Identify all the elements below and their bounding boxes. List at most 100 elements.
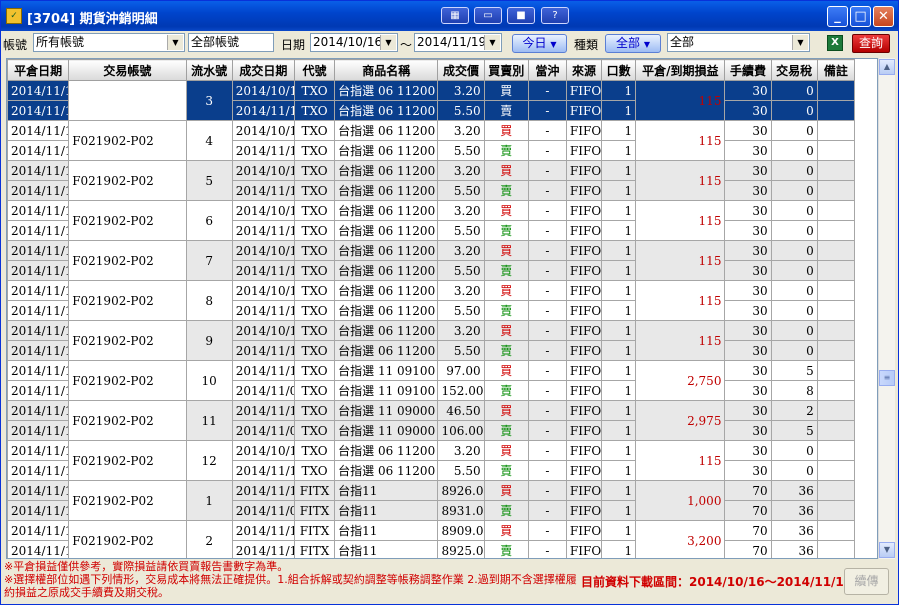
remark-cell — [816, 460, 856, 481]
tax-cell: 0 — [770, 280, 818, 301]
buy-sell-cell: 買 — [483, 480, 529, 501]
source-cell: FIFO — [565, 80, 603, 101]
scroll-up-icon[interactable]: ▲ — [879, 59, 895, 75]
product-code-cell: TXO — [293, 140, 336, 161]
date-from-picker[interactable]: 2014/10/16 ▼ — [310, 33, 398, 52]
trade-date-cell: 2014/11/10 — [231, 220, 295, 241]
product-code-cell: FITX — [293, 520, 336, 541]
column-header[interactable]: 交易帳號 — [68, 59, 187, 81]
source-cell: FIFO — [565, 460, 603, 481]
serial-number-cell: 8 — [185, 280, 233, 321]
column-header[interactable]: 成交價 — [437, 59, 485, 81]
serial-number-cell: 3 — [185, 80, 233, 121]
quantity-cell: 1 — [601, 440, 637, 461]
day-trade-cell: - — [527, 500, 567, 521]
chevron-down-icon[interactable]: ▼ — [792, 35, 808, 50]
table-row[interactable]: 2014/11/12F021902-P0222014/11/12FITX台指11… — [7, 520, 856, 558]
footer-note-2: ※選擇權部位如遇下列情形，交易成本將無法正確提供。1.組合拆解或契約調整等帳務調… — [4, 573, 577, 599]
trade-price-cell: 106.00 — [437, 420, 485, 441]
remark-cell — [816, 400, 856, 421]
table-row[interactable]: 2014/11/10F021902-P0292014/10/17TXO台指選 0… — [7, 320, 856, 361]
product-code-cell: TXO — [293, 80, 336, 101]
maximize-button[interactable]: □ — [850, 6, 871, 27]
chevron-down-icon[interactable]: ▼ — [380, 35, 396, 50]
day-trade-cell: - — [527, 460, 567, 481]
close-date-cell: 2014/11/10 — [7, 80, 70, 101]
window-icon[interactable]: ▭ — [474, 7, 502, 24]
chevron-down-icon[interactable]: ▼ — [167, 35, 183, 50]
quantity-cell: 1 — [601, 380, 637, 401]
close-date-cell: 2014/11/12 — [7, 540, 70, 558]
trade-account-cell: F021902-P02 — [68, 160, 187, 201]
column-header[interactable]: 平倉/到期損益 — [635, 59, 726, 81]
scroll-down-icon[interactable]: ▼ — [879, 542, 895, 558]
screen-icon[interactable]: ▦ — [441, 7, 469, 24]
close-date-cell: 2014/11/10 — [7, 280, 70, 301]
continue-download-button[interactable]: 續傳 — [844, 568, 889, 595]
buy-sell-cell: 買 — [483, 160, 529, 181]
table-row[interactable]: 2014/11/10F021902-P02112014/11/10TXO台指選 … — [7, 400, 856, 441]
column-header[interactable]: 平倉日期 — [7, 59, 70, 81]
settlement-grid: 平倉日期 交易帳號 流水號 成交日期 代號 商品名稱 成交價 買賣別 當沖 來源 口數 平倉/到期損益… — [7, 59, 856, 558]
query-button[interactable]: 查詢 — [852, 34, 890, 53]
table-row[interactable]: 2014/11/10F021902-P0242014/10/17TXO台指選 0… — [7, 120, 856, 161]
column-header[interactable]: 代號 — [293, 59, 336, 81]
account-select[interactable]: 所有帳號 ▼ — [33, 33, 185, 52]
vertical-scrollbar[interactable]: ▲ ≡ ▼ — [878, 58, 895, 559]
serial-number-cell: 10 — [185, 360, 233, 401]
table-row[interactable]: 2014/11/10F021902-P02102014/11/10TXO台指選 … — [7, 360, 856, 401]
caret-down-icon: ▼ — [643, 40, 650, 49]
column-header[interactable]: 手續費 — [724, 59, 772, 81]
remark-cell — [816, 220, 856, 241]
product-code-cell: TXO — [293, 400, 336, 421]
buy-sell-cell: 賣 — [483, 140, 529, 161]
fee-cell: 30 — [724, 300, 772, 321]
date-to-picker[interactable]: 2014/11/19 ▼ — [414, 33, 502, 52]
chevron-down-icon[interactable]: ▼ — [484, 35, 500, 50]
settlement-table[interactable]: 平倉日期 交易帳號 流水號 成交日期 代號 商品名稱 成交價 買賣別 當沖 來源 口數 平倉/到期損益… — [6, 58, 878, 559]
quantity-cell: 1 — [601, 220, 637, 241]
column-header[interactable]: 流水號 — [185, 59, 233, 81]
minimize-button[interactable]: _ — [827, 6, 848, 27]
title-bar[interactable]: ✓ [3704] 期貨沖銷明細 ▦ ▭ ■ ? _ □ ✕ — [1, 1, 898, 31]
camera-icon[interactable]: ■ — [507, 7, 535, 24]
buy-sell-cell: 賣 — [483, 380, 529, 401]
help-icon[interactable]: ? — [541, 7, 569, 24]
account-name-field[interactable]: 全部帳號 — [188, 33, 274, 52]
day-trade-cell: - — [527, 140, 567, 161]
column-header[interactable]: 成交日期 — [231, 59, 295, 81]
remark-cell — [816, 260, 856, 281]
tax-cell: 0 — [770, 140, 818, 161]
column-header[interactable]: 商品名稱 — [334, 59, 439, 81]
column-header[interactable]: 口數 — [601, 59, 637, 81]
table-row[interactable]: 2014/11/12F021902-P0212014/11/12FITX台指11… — [7, 480, 856, 521]
column-header[interactable]: 備註 — [816, 59, 856, 81]
close-button[interactable]: ✕ — [873, 6, 894, 27]
source-cell: FIFO — [565, 140, 603, 161]
type-button[interactable]: 全部 ▼ — [605, 34, 661, 53]
table-row[interactable]: 2014/11/10F021902-P0262014/10/17TXO台指選 0… — [7, 200, 856, 241]
table-row[interactable]: 2014/11/10F021902-P0252014/10/17TXO台指選 0… — [7, 160, 856, 201]
source-cell: FIFO — [565, 400, 603, 421]
table-row[interactable]: 2014/11/10F021902-P0232014/10/17TXO台指選 0… — [7, 80, 856, 121]
remark-cell — [816, 120, 856, 141]
trade-account-cell: F021902-P02 — [68, 200, 187, 241]
column-header[interactable]: 交易稅 — [770, 59, 818, 81]
buy-sell-cell: 賣 — [483, 100, 529, 121]
trade-account-cell: F021902-P02 — [68, 280, 187, 321]
trade-price-cell: 97.00 — [437, 360, 485, 381]
table-row[interactable]: 2014/11/10F021902-P0282014/10/17TXO台指選 0… — [7, 280, 856, 321]
column-header[interactable]: 買賣別 — [483, 59, 529, 81]
table-row[interactable]: 2014/11/10F021902-P0272014/10/17TXO台指選 0… — [7, 240, 856, 281]
column-header[interactable]: 來源 — [565, 59, 603, 81]
serial-number-cell: 6 — [185, 200, 233, 241]
day-trade-cell: - — [527, 320, 567, 341]
table-row[interactable]: 2014/11/10F021902-P02122014/10/17TXO台指選 … — [7, 440, 856, 481]
type-select[interactable]: 全部 ▼ — [667, 33, 810, 52]
scroll-thumb[interactable]: ≡ — [879, 370, 895, 386]
today-button[interactable]: 今日 ▼ — [512, 34, 567, 53]
column-header[interactable]: 當沖 — [527, 59, 567, 81]
date-range-tilde: ～ — [400, 38, 413, 52]
trade-account-cell: F021902-P02 — [68, 520, 187, 558]
excel-export-icon[interactable]: X — [827, 35, 843, 51]
